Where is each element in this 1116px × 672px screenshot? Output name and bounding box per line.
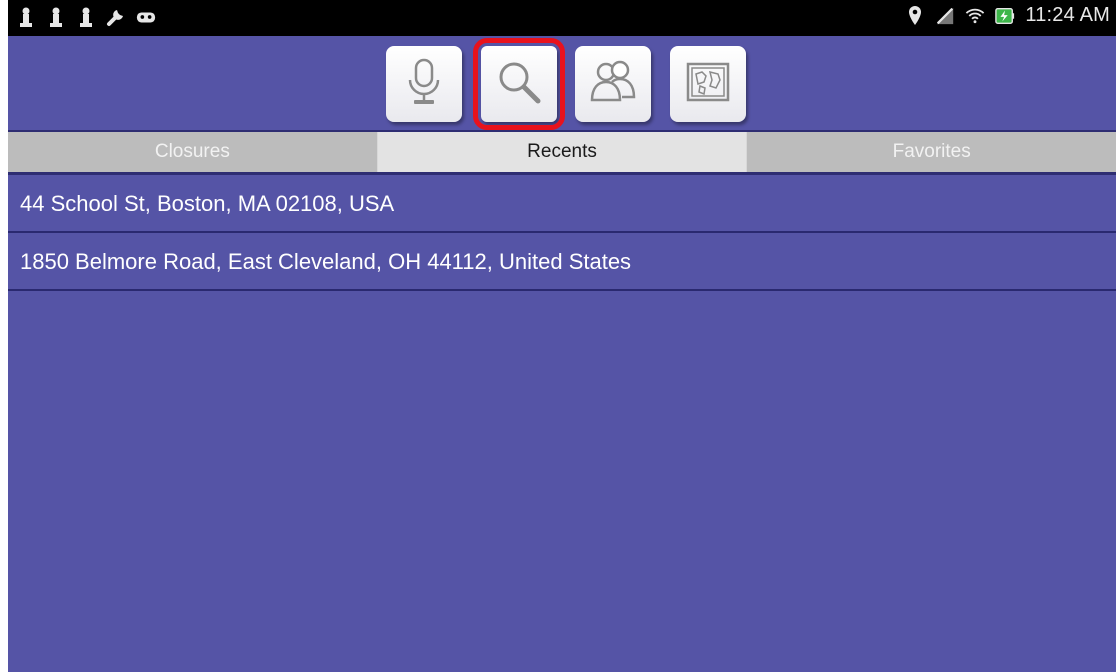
- people-button[interactable]: [575, 46, 651, 122]
- toolbar: [8, 36, 1116, 132]
- tab-favorites[interactable]: Favorites: [746, 132, 1116, 172]
- list-item[interactable]: 44 School St, Boston, MA 02108, USA: [8, 175, 1116, 233]
- system-icons: 11:24 AM: [905, 4, 1110, 27]
- magnifier-icon: [493, 56, 545, 113]
- recents-list: 44 School St, Boston, MA 02108, USA 1850…: [8, 175, 1116, 291]
- map-icon: [682, 56, 734, 113]
- map-button[interactable]: [670, 46, 746, 122]
- chess-pawn-icon: [46, 6, 66, 28]
- notification-icons: [16, 6, 156, 28]
- people-icon: [587, 56, 639, 113]
- battery-charging-icon: [995, 5, 1015, 27]
- tab-bar: Closures Recents Favorites: [8, 132, 1116, 175]
- search-button[interactable]: [473, 38, 565, 130]
- app-screen: 11:24 AM Closures Recents Favorites 44 S…: [8, 0, 1116, 672]
- gamepad-icon: [136, 6, 156, 28]
- status-bar: 11:24 AM: [8, 0, 1116, 36]
- microphone-icon: [398, 56, 450, 113]
- wrench-icon: [106, 6, 126, 28]
- clock: 11:24 AM: [1025, 4, 1110, 26]
- list-item[interactable]: 1850 Belmore Road, East Cleveland, OH 44…: [8, 233, 1116, 291]
- microphone-button[interactable]: [386, 46, 462, 122]
- no-signal-icon: [935, 5, 955, 27]
- chess-pawn-icon: [16, 6, 36, 28]
- chess-pawn-icon: [76, 6, 96, 28]
- wifi-icon: [965, 5, 985, 27]
- location-pin-icon: [905, 5, 925, 27]
- tab-recents[interactable]: Recents: [376, 132, 747, 172]
- tab-closures[interactable]: Closures: [8, 132, 377, 172]
